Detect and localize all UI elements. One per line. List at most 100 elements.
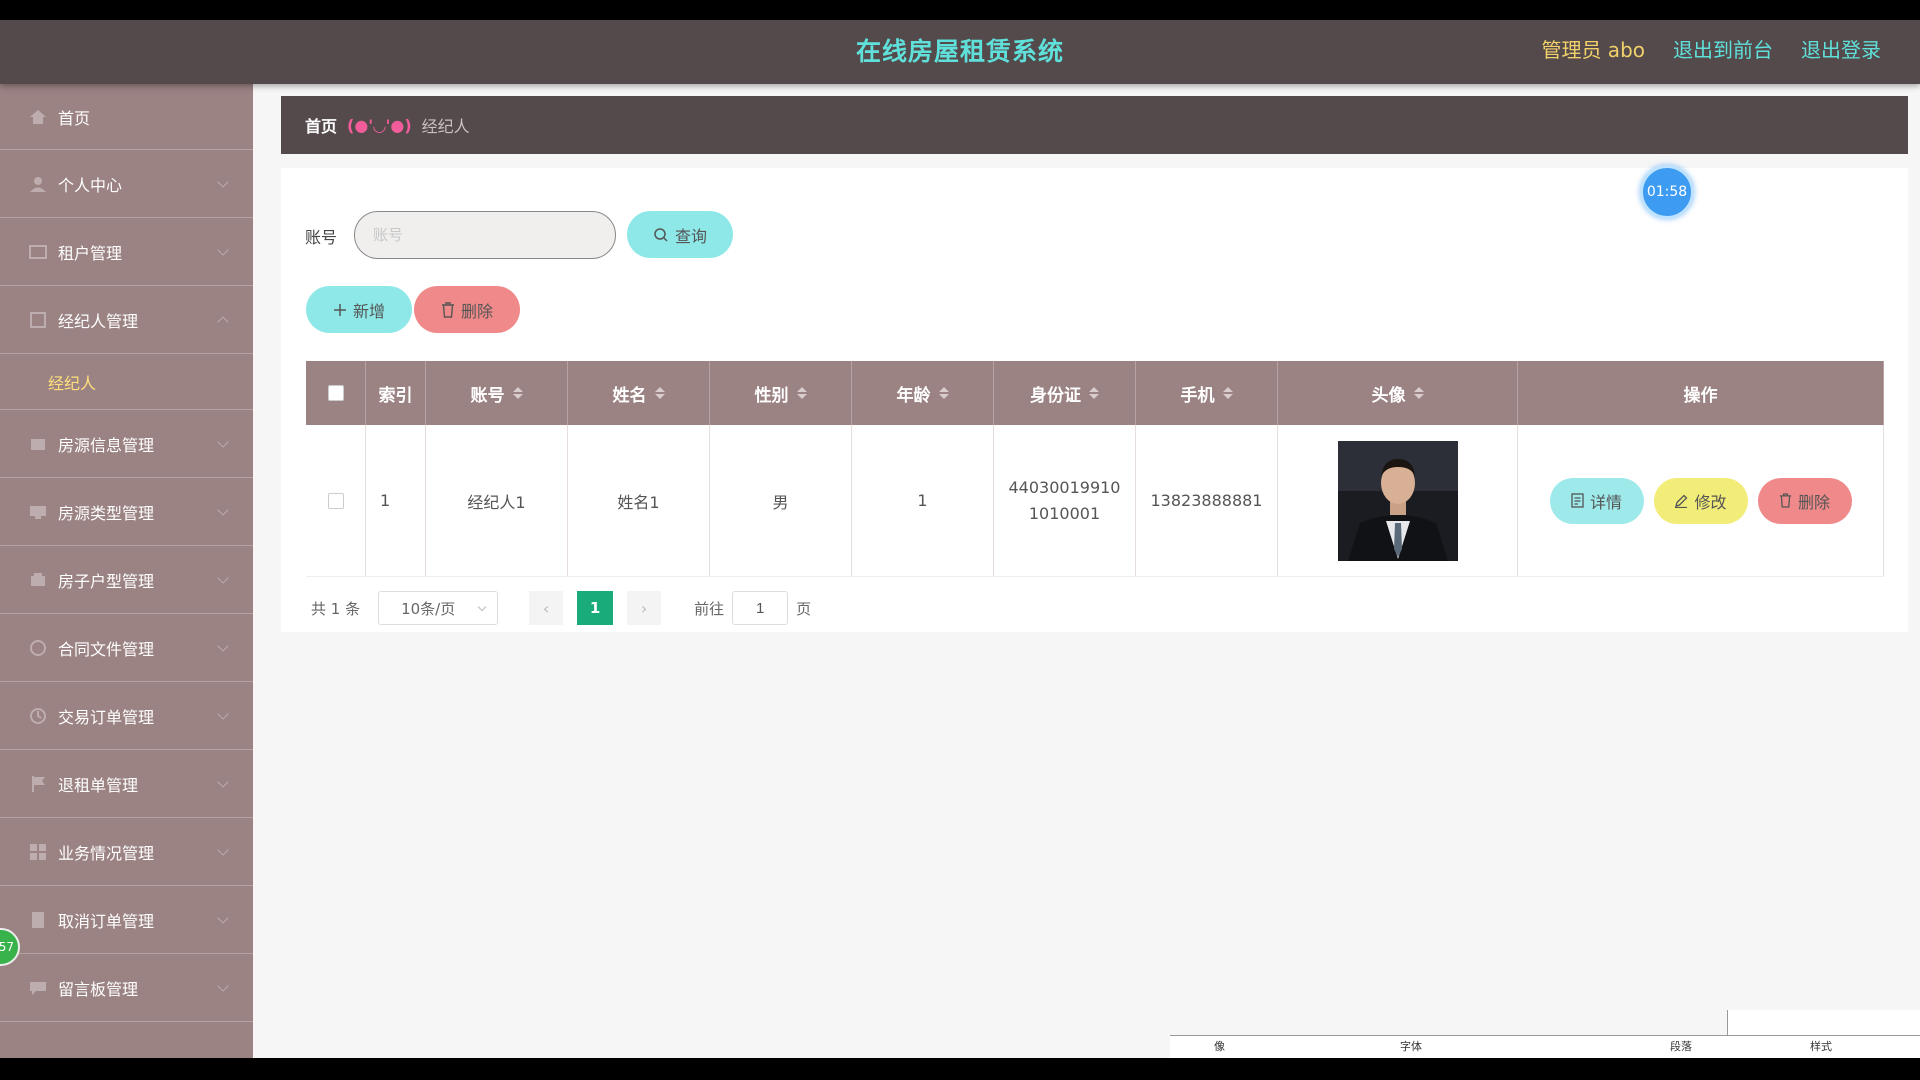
breadcrumb-home[interactable]: 首页 bbox=[305, 113, 337, 137]
sidebar-item-cancel-order[interactable]: 取消订单管理 bbox=[0, 886, 253, 954]
chevron-down-icon bbox=[217, 980, 229, 992]
detail-button[interactable]: 详情 bbox=[1549, 477, 1644, 524]
content-panel: 账号 查询 新增 删除 01:58 索引 账号 姓名 性别 年龄 身份证 手机 bbox=[281, 165, 1908, 632]
logout-link[interactable]: 退出登录 bbox=[1801, 34, 1881, 63]
sidebar-item-trade-order[interactable]: 交易订单管理 bbox=[0, 682, 253, 750]
row-delete-button[interactable]: 删除 bbox=[1757, 477, 1852, 524]
sidebar-item-contract[interactable]: 合同文件管理 bbox=[0, 614, 253, 682]
col-account[interactable]: 账号 bbox=[426, 361, 568, 425]
sidebar-item-label: 留言板管理 bbox=[58, 979, 139, 999]
chevron-down-icon bbox=[217, 776, 229, 788]
sort-icon[interactable] bbox=[938, 387, 949, 399]
row-delete-button-label: 删除 bbox=[1797, 494, 1830, 512]
search-icon bbox=[654, 227, 668, 242]
sidebar-item-house-layout[interactable]: 房子户型管理 bbox=[0, 546, 253, 614]
cell-gender: 男 bbox=[710, 425, 852, 576]
toolbar-fragment-text: 像 bbox=[1214, 1040, 1225, 1053]
page-size-select[interactable]: 10条/页 bbox=[378, 591, 499, 625]
sidebar-item-tenant[interactable]: 租户管理 bbox=[0, 218, 253, 286]
add-button-label: 新增 bbox=[352, 303, 385, 321]
chevron-down-icon bbox=[217, 176, 229, 188]
message-icon bbox=[28, 979, 48, 997]
edit-button[interactable]: 修改 bbox=[1653, 477, 1748, 524]
cell-account: 经纪人1 bbox=[426, 425, 568, 576]
cancel-icon bbox=[28, 911, 48, 929]
sort-icon[interactable] bbox=[654, 387, 665, 399]
col-age[interactable]: 年龄 bbox=[852, 361, 994, 425]
id-card-line: 44030019910 bbox=[1008, 477, 1121, 497]
toolbar-fragment-text: 样式 bbox=[1810, 1040, 1832, 1053]
col-account-label: 账号 bbox=[470, 385, 505, 406]
cell-age: 1 bbox=[852, 425, 994, 576]
sidebar-item-label: 个人中心 bbox=[58, 175, 123, 195]
chevron-left-icon: ‹ bbox=[542, 598, 550, 618]
sort-icon[interactable] bbox=[796, 387, 807, 399]
page-number-current[interactable]: 1 bbox=[577, 591, 614, 625]
col-operations: 操作 bbox=[1518, 361, 1884, 425]
sidebar-item-checkout[interactable]: 退租单管理 bbox=[0, 750, 253, 818]
sidebar-item-message-board[interactable]: 留言板管理 bbox=[0, 954, 253, 1022]
col-gender-label: 性别 bbox=[754, 385, 789, 406]
col-index: 索引 bbox=[366, 361, 426, 425]
chevron-down-icon bbox=[217, 844, 229, 856]
row-select-cell bbox=[306, 425, 366, 576]
sidebar-item-listing-type[interactable]: 房源类型管理 bbox=[0, 478, 253, 546]
col-avatar[interactable]: 头像 bbox=[1278, 361, 1518, 425]
col-id-card[interactable]: 身份证 bbox=[994, 361, 1136, 425]
table-header: 索引 账号 姓名 性别 年龄 身份证 手机 头像 操作 bbox=[306, 361, 1884, 425]
edit-icon bbox=[1675, 494, 1688, 508]
sidebar-item-home[interactable]: 首页 bbox=[0, 84, 253, 150]
toolbar-fragment-text: 段落 bbox=[1670, 1040, 1692, 1053]
add-button[interactable]: 新增 bbox=[306, 286, 412, 333]
top-right-links: 管理员 abo 退出到前台 退出登录 bbox=[1541, 34, 1881, 63]
agent-table: 索引 账号 姓名 性别 年龄 身份证 手机 头像 操作 1 经纪人1 姓名1 男… bbox=[306, 361, 1884, 577]
next-page-button[interactable]: › bbox=[627, 591, 662, 625]
cell-id-card: 44030019910 1010001 bbox=[994, 425, 1136, 576]
prev-page-button[interactable]: ‹ bbox=[529, 591, 564, 625]
sidebar-item-label: 退租单管理 bbox=[58, 775, 139, 795]
order-icon bbox=[28, 707, 48, 725]
plus-icon bbox=[333, 303, 346, 316]
pagination: 共 1 条 10条/页 ‹ 1 › 前往 页 bbox=[311, 591, 811, 625]
sort-icon[interactable] bbox=[512, 387, 523, 399]
sort-icon[interactable] bbox=[1089, 387, 1099, 399]
cell-operations: 详情 修改 删除 bbox=[1518, 425, 1884, 576]
col-name[interactable]: 姓名 bbox=[568, 361, 710, 425]
account-search-input[interactable] bbox=[354, 211, 616, 259]
goto-label: 前往 bbox=[694, 599, 725, 618]
col-gender[interactable]: 性别 bbox=[710, 361, 852, 425]
chevron-down-icon bbox=[217, 912, 229, 924]
sidebar-item-personal-center[interactable]: 个人中心 bbox=[0, 150, 253, 218]
overlay-toolbar-fragment: 像 字体 段落 样式 bbox=[1170, 1035, 1920, 1058]
admin-label: 管理员 abo bbox=[1541, 38, 1645, 62]
sidebar-item-agent-management[interactable]: 经纪人管理 bbox=[0, 286, 253, 354]
avatar-image[interactable] bbox=[1337, 440, 1458, 561]
goto-page-input[interactable] bbox=[732, 591, 789, 625]
toolbar-fragment-text: 字体 bbox=[1400, 1040, 1422, 1053]
breadcrumb-current: 经纪人 bbox=[421, 117, 470, 136]
chevron-down-icon bbox=[217, 640, 229, 652]
document-icon bbox=[1571, 493, 1584, 508]
type-icon bbox=[28, 503, 48, 521]
sidebar-item-label: 房源信息管理 bbox=[58, 435, 155, 455]
col-phone[interactable]: 手机 bbox=[1136, 361, 1278, 425]
sidebar-item-business[interactable]: 业务情况管理 bbox=[0, 818, 253, 886]
chevron-down-icon bbox=[217, 504, 229, 516]
user-icon bbox=[28, 175, 48, 193]
row-checkbox[interactable] bbox=[327, 492, 344, 509]
sidebar-item-label: 首页 bbox=[58, 108, 91, 128]
sidebar-item-label: 合同文件管理 bbox=[58, 639, 155, 659]
sort-icon[interactable] bbox=[1413, 387, 1424, 399]
query-button[interactable]: 查询 bbox=[627, 211, 733, 258]
select-all-checkbox[interactable] bbox=[327, 385, 344, 401]
sort-icon[interactable] bbox=[1222, 387, 1233, 399]
flag-icon bbox=[28, 775, 48, 793]
sidebar-item-listing[interactable]: 房源信息管理 bbox=[0, 410, 253, 478]
col-phone-label: 手机 bbox=[1180, 385, 1215, 406]
contract-icon bbox=[28, 639, 48, 657]
sidebar-subitem-agent[interactable]: 经纪人 bbox=[0, 354, 253, 410]
top-bar: 在线房屋租赁系统 管理员 abo 退出到前台 退出登录 bbox=[0, 20, 1920, 84]
batch-delete-button[interactable]: 删除 bbox=[414, 286, 520, 333]
back-to-front-link[interactable]: 退出到前台 bbox=[1673, 34, 1773, 63]
chevron-down-icon bbox=[217, 708, 229, 720]
